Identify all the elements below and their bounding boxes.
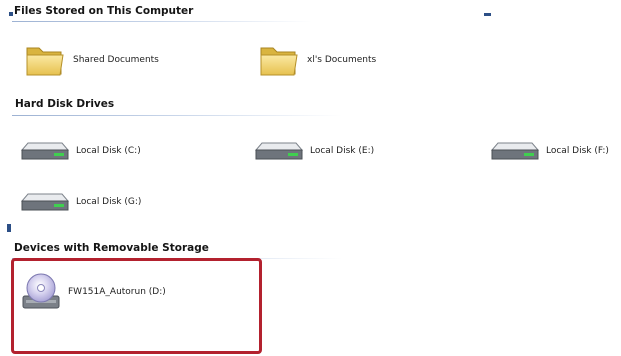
folder-label: xl's Documents — [307, 55, 377, 65]
group-header-removable-storage: Devices with Removable Storage — [14, 242, 209, 254]
hard-disk-icon — [254, 142, 304, 160]
folder-item-shared-documents[interactable]: Shared Documents — [23, 42, 159, 78]
drive-item-local-disk-g[interactable]: Local Disk (G:) — [20, 191, 141, 213]
drive-label: Local Disk (E:) — [310, 146, 375, 156]
drive-label: Local Disk (G:) — [76, 197, 142, 207]
folder-icon — [260, 47, 298, 76]
drive-item-local-disk-f[interactable]: Local Disk (F:) — [490, 140, 609, 162]
section-marker — [9, 12, 13, 16]
drive-item-local-disk-e[interactable]: Local Disk (E:) — [254, 140, 374, 162]
drive-label: Local Disk (F:) — [546, 146, 609, 156]
folder-label: Shared Documents — [73, 55, 159, 65]
collapse-marker — [484, 13, 491, 16]
hard-disk-icon — [490, 142, 540, 160]
hard-disk-icon — [20, 142, 70, 160]
group-header-hard-disks: Hard Disk Drives — [15, 98, 115, 110]
group-divider-hard-disks — [12, 115, 342, 116]
group-divider-files-stored — [12, 21, 312, 22]
drive-item-local-disk-c[interactable]: Local Disk (C:) — [20, 140, 141, 162]
hard-disk-icon — [20, 193, 70, 211]
drive-label: Local Disk (C:) — [76, 146, 141, 156]
folder-item-user-documents[interactable]: xl's Documents — [257, 42, 376, 78]
group-header-files-stored: Files Stored on This Computer — [14, 5, 194, 17]
folder-icon — [26, 47, 64, 76]
scroll-marker — [7, 224, 11, 232]
highlight-box — [11, 258, 262, 354]
